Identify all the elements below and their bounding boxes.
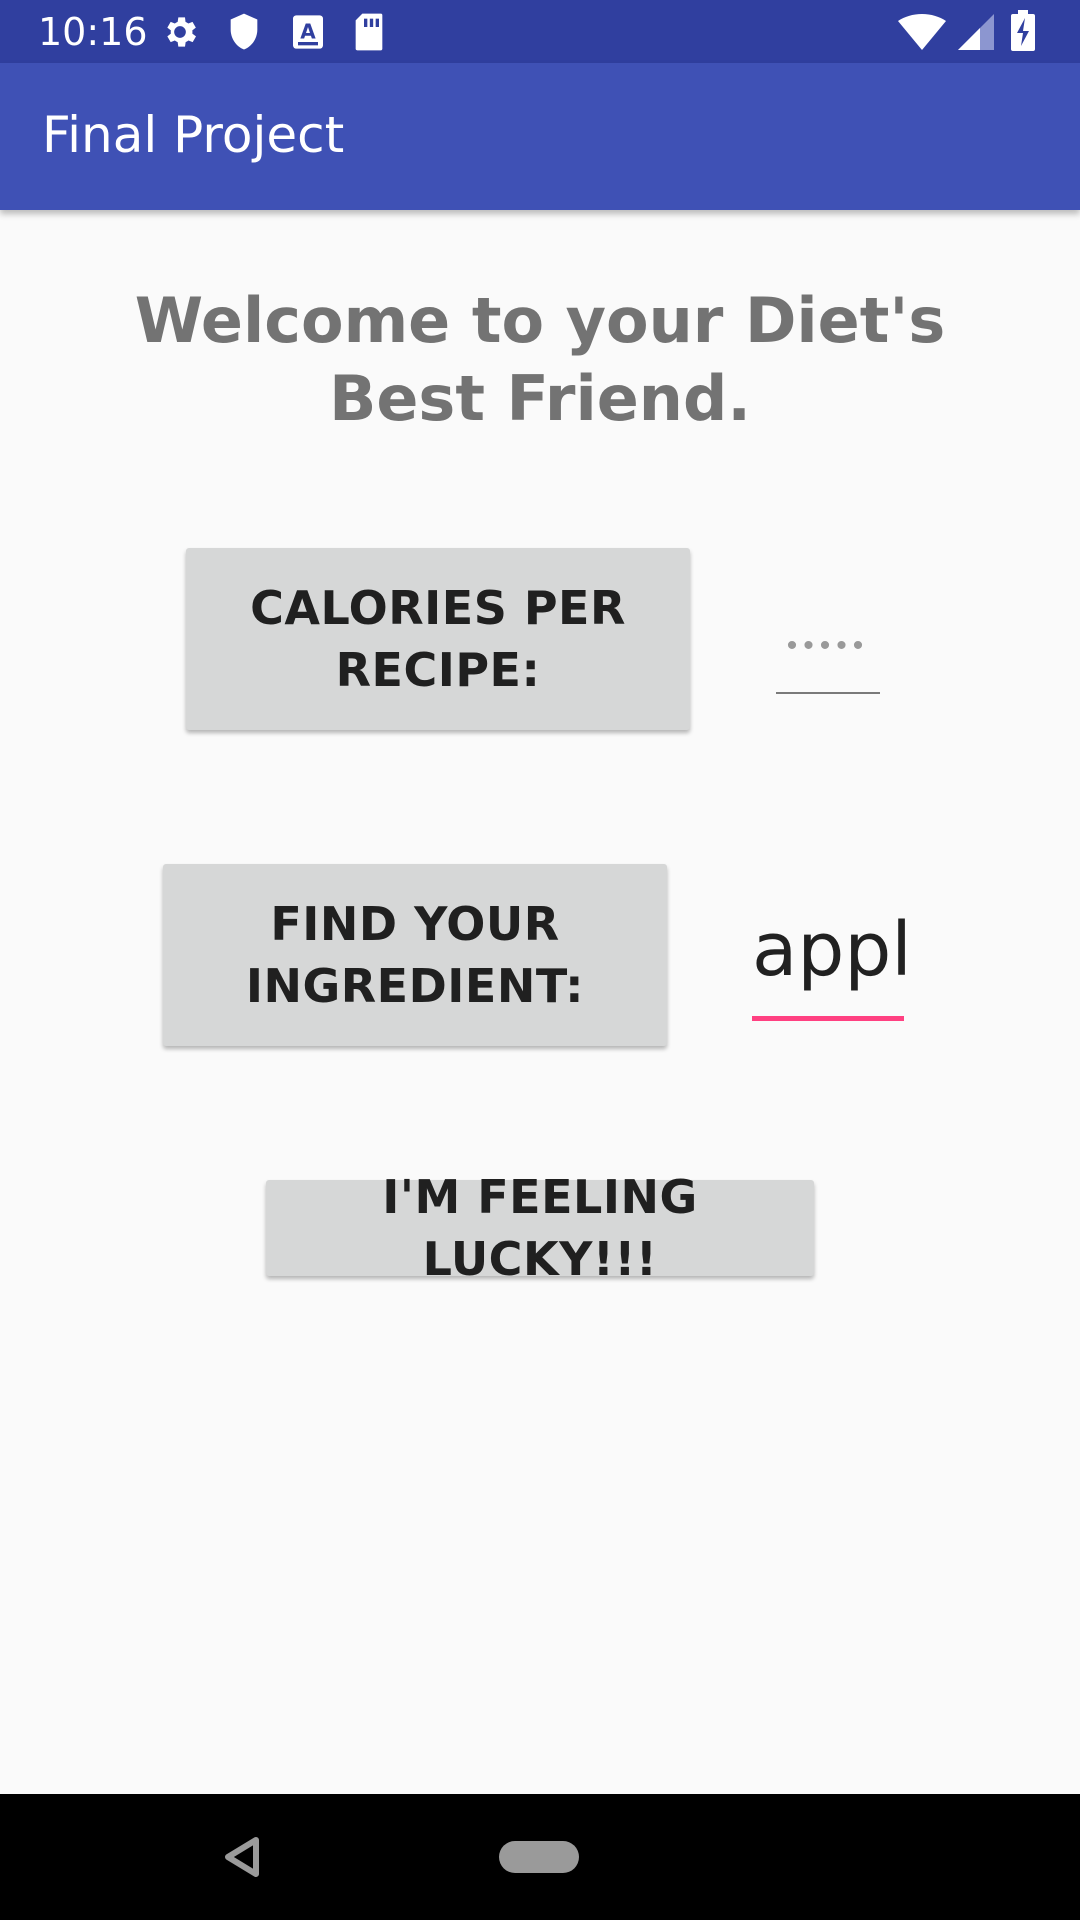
battery-charging-icon	[1010, 10, 1036, 57]
app-title: Final Project	[42, 106, 345, 164]
calories-input-placeholder: •••••	[786, 629, 870, 662]
ingredient-input-value: appl	[752, 907, 912, 993]
back-icon[interactable]	[222, 1836, 260, 1883]
svg-text:A: A	[300, 20, 316, 44]
ingredient-input[interactable]: appl	[752, 900, 912, 1021]
settings-icon	[160, 12, 200, 57]
status-time: 10:16	[38, 10, 148, 54]
find-ingredient-button[interactable]: FIND YOUR INGREDIENT:	[163, 864, 667, 1046]
a-text-icon: A	[290, 12, 326, 57]
calories-per-recipe-button[interactable]: CALORIES PER RECIPE:	[186, 548, 690, 730]
shield-icon	[226, 12, 262, 57]
welcome-heading: Welcome to your Diet's Best Friend.	[134, 284, 946, 435]
navigation-bar	[0, 1794, 1080, 1920]
feeling-lucky-button[interactable]: I'M FEELING LUCKY!!!	[266, 1170, 814, 1286]
home-pill-icon[interactable]	[499, 1841, 579, 1873]
signal-icon	[958, 14, 994, 55]
app-bar: Final Project	[0, 63, 1080, 210]
calories-input[interactable]: •••••	[776, 626, 880, 698]
calories-input-underline	[776, 692, 880, 694]
sd-card-icon	[352, 12, 386, 57]
ingredient-input-underline	[752, 1016, 904, 1021]
status-bar: 10:16 A	[0, 0, 1080, 63]
wifi-icon	[898, 14, 946, 55]
main-content: Welcome to your Diet's Best Friend. CALO…	[0, 210, 1080, 1794]
